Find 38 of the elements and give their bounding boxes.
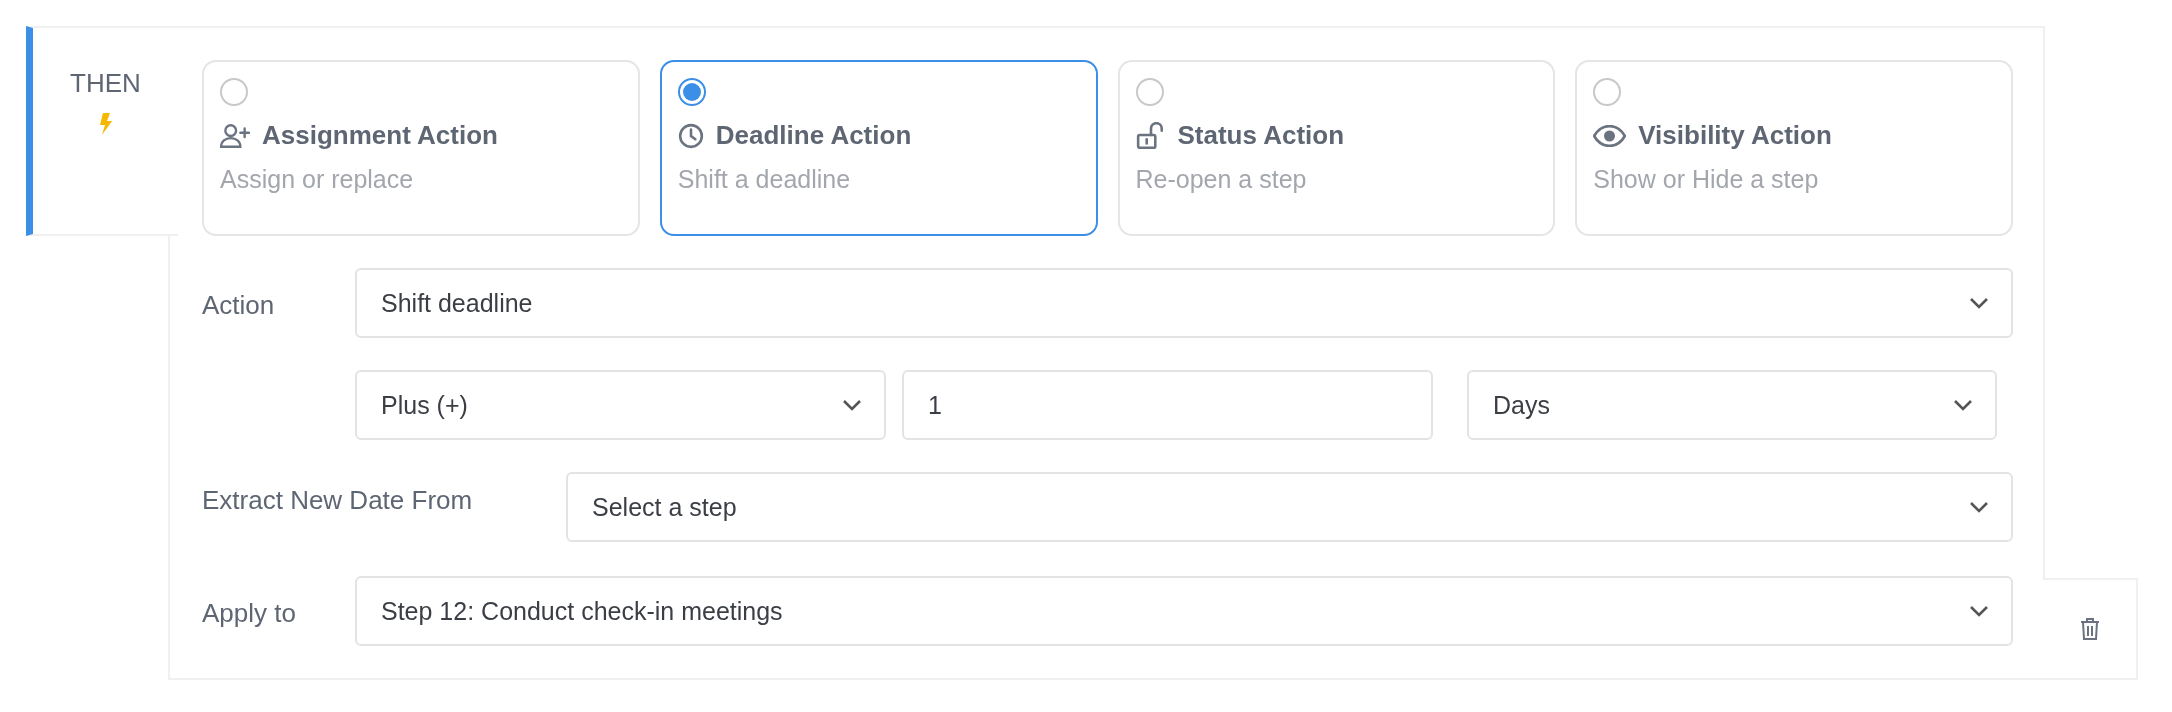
action-select[interactable]: Shift deadline — [355, 268, 2013, 338]
unit-select[interactable]: Days — [1467, 370, 1997, 440]
radio-button[interactable] — [220, 78, 248, 106]
chevron-down-icon — [1953, 399, 1973, 411]
card-description: Re-open a step — [1135, 165, 1308, 194]
operator-select[interactable]: Plus (+) — [355, 370, 886, 440]
action-type-card[interactable]: Assignment Action Assign or replace — [202, 60, 640, 236]
trash-icon — [2079, 617, 2100, 641]
card-title: Assignment Action — [262, 120, 498, 151]
card-title: Deadline Action — [715, 120, 912, 151]
card-description: Shift a deadline — [677, 165, 852, 194]
chevron-down-icon — [1969, 297, 1989, 309]
step-select[interactable]: Select a step — [566, 472, 2013, 542]
field-label: Action — [202, 289, 276, 321]
eye-icon — [1593, 124, 1627, 147]
radio-button[interactable] — [1135, 78, 1164, 106]
action-type-card[interactable]: Visibility Action Show or Hide a step — [1575, 60, 2013, 236]
card-title: Visibility Action — [1638, 120, 1832, 151]
chevron-down-icon — [842, 399, 862, 411]
card-title: Status Action — [1177, 120, 1345, 151]
action-type-card[interactable]: Status Action Re-open a step — [1117, 60, 1556, 236]
delete-button[interactable] — [2043, 578, 2138, 680]
radio-button[interactable] — [677, 78, 706, 106]
amount-input[interactable]: 1 — [902, 370, 1433, 440]
then-label: THEN — [70, 68, 141, 99]
card-description: Assign or replace — [220, 165, 415, 194]
action-type-card[interactable]: Deadline Action Shift a deadline — [659, 60, 1098, 236]
card-description: Show or Hide a step — [1593, 165, 1820, 194]
field-label: Extract New Date From — [202, 484, 474, 516]
unlocked-padlock-icon — [1135, 121, 1166, 150]
field-label: Apply to — [202, 597, 297, 629]
chevron-down-icon — [1969, 501, 1989, 513]
chevron-down-icon — [1969, 605, 1989, 617]
apply-to-select[interactable]: Step 12: Conduct check-in meetings — [355, 576, 2013, 646]
lightning-icon — [98, 113, 113, 135]
radio-button[interactable] — [1593, 78, 1622, 106]
clock-icon — [677, 122, 704, 149]
user-plus-icon — [220, 122, 250, 149]
